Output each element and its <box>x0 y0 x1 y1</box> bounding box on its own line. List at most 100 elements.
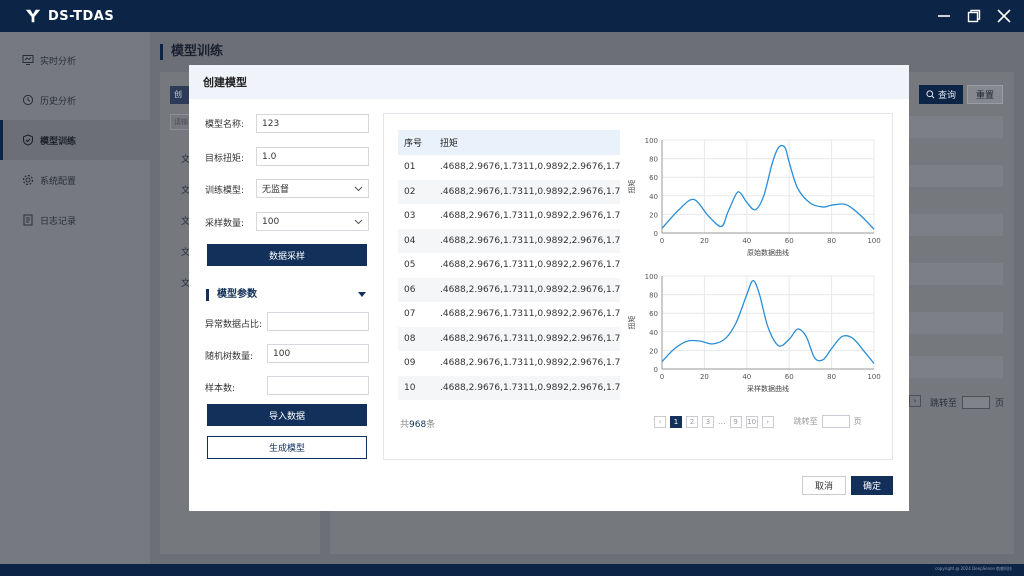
sample-count-value: 100 <box>262 216 280 227</box>
page-unit-label: 页 <box>853 417 862 426</box>
table-row: 08.4688,2.9676,1.7311,0.9892,2.9676,1.73… <box>398 326 620 351</box>
y-tick-label: 100 <box>645 273 658 281</box>
chevron-down-icon <box>354 219 363 224</box>
train-model-select[interactable]: 无监督 <box>256 179 369 198</box>
sidebar-item-logs[interactable]: 日志记录 <box>0 200 150 240</box>
row-index: 09 <box>404 358 416 369</box>
row-index: 01 <box>404 162 416 173</box>
chevron-down-icon <box>354 186 363 191</box>
target-torque-input[interactable]: 1.0 <box>256 147 369 166</box>
anomaly-ratio-label: 异常数据占比: <box>205 320 263 330</box>
random-trees-row: 随机树数量: <box>205 349 253 362</box>
row-index: 05 <box>404 260 416 271</box>
page-jump-input[interactable] <box>962 396 991 409</box>
data-preview-panel: 序号 扭矩 01.4688,2.9676,1.7311,0.9892,2.967… <box>383 113 893 460</box>
page-button-10[interactable]: 10 <box>745 415 758 428</box>
row-torque-values: .4688,2.9676,1.7311,0.9892,2.9676,1.7311… <box>440 309 620 320</box>
next-page-icon[interactable]: › <box>909 395 921 407</box>
random-trees-label: 随机树数量: <box>205 352 254 362</box>
cancel-button[interactable]: 取消 <box>802 476 846 495</box>
sampled-data-chart: 0 20 40 60 80 100 0 20 40 60 80 100 采样数据曲线 扭矩 <box>627 273 881 393</box>
sidebar-item-label: 实时分析 <box>40 56 77 67</box>
app-logo-icon <box>25 9 41 23</box>
page-button-2[interactable]: 2 <box>686 415 698 428</box>
random-trees-input[interactable]: 100 <box>267 344 369 363</box>
y-tick-label: 40 <box>649 193 658 201</box>
x-tick-label: 60 <box>785 237 794 245</box>
anomaly-ratio-input[interactable] <box>267 312 369 331</box>
table-row: 05 .4688,2.9676,1.7311,0.9892,2.9676,1.73… <box>398 253 620 278</box>
close-icon[interactable] <box>996 6 1012 26</box>
y-axis-label: 扭矩 <box>627 180 636 194</box>
page-ellipsis: ... <box>718 417 726 426</box>
pagination: ‹ 1 2 3 ... 9 10 › 跳转至 页 <box>654 415 862 428</box>
sample-count-select[interactable]: 100 <box>256 212 369 231</box>
gear-icon <box>22 174 34 186</box>
column-header-torque: 扭矩 <box>438 130 620 155</box>
copyright-text: copyright @ 2024 DeepSense 航睿科技 <box>935 566 1012 571</box>
y-tick-label: 60 <box>649 174 658 182</box>
y-tick-label: 80 <box>649 156 658 164</box>
model-name-input[interactable]: 123 <box>256 114 369 133</box>
x-tick-label: 40 <box>742 373 751 381</box>
y-tick-label: 20 <box>649 347 658 355</box>
generate-model-button[interactable]: 生成模型 <box>207 436 367 459</box>
x-tick-label: 100 <box>867 373 880 381</box>
import-data-button[interactable]: 导入数据 <box>207 404 367 426</box>
row-index: 04 <box>398 228 438 253</box>
restore-icon[interactable] <box>966 6 982 26</box>
row-torque-values: .4688,2.9676,1.7311,0.9892,2.9676,1.7311… <box>438 179 620 204</box>
reset-button[interactable]: 重置 <box>967 85 1003 104</box>
y-tick-label: 40 <box>649 329 658 337</box>
row-torque-values: .4688,2.9676,1.7311,0.9892,2.9676,1.7311… <box>440 260 620 271</box>
query-button[interactable]: 查询 <box>919 85 963 104</box>
y-axis-label: 扭矩 <box>627 316 636 330</box>
sample-num-input[interactable] <box>267 376 369 395</box>
row-torque-values: .4688,2.9676,1.7311,0.9892,2.9676,1.7311… <box>440 211 620 222</box>
target-torque-label: 目标扭矩: <box>205 154 245 164</box>
confirm-button[interactable]: 确定 <box>851 476 893 495</box>
y-tick-label: 100 <box>645 137 658 145</box>
sidebar-item-realtime-analysis[interactable]: 实时分析 <box>0 40 150 80</box>
x-tick-label: 80 <box>827 373 836 381</box>
row-index: 06 <box>398 277 438 302</box>
sidebar-item-system-config[interactable]: 系统配置 <box>0 160 150 200</box>
page-title: 模型训练 <box>160 44 223 60</box>
row-index: 10 <box>398 375 438 400</box>
table-row: 01 .4688,2.9676,1.7311,0.9892,2.9676,1.73… <box>398 155 620 180</box>
create-model-dialog: 创建模型 模型名称: 123 目标扭矩: 1.0 训练模型: 无监督 采样数量:… <box>189 65 909 511</box>
minimize-icon[interactable] <box>936 6 952 26</box>
x-tick-label: 20 <box>700 373 709 381</box>
table-row: 10.4688,2.9676,1.7311,0.9892,2.9676,1.73… <box>398 375 620 400</box>
prev-page-icon[interactable]: ‹ <box>654 415 666 428</box>
page-button-3[interactable]: 3 <box>702 415 714 428</box>
sidebar-item-history-analysis[interactable]: 历史分析 <box>0 80 150 120</box>
series-line <box>661 279 875 364</box>
x-tick-label: 0 <box>660 373 664 381</box>
sidebar-item-label: 日志记录 <box>40 216 77 227</box>
data-sample-button[interactable]: 数据采样 <box>207 244 367 266</box>
page-button-1[interactable]: 1 <box>670 415 682 428</box>
jump-label: 跳转至 <box>930 399 958 409</box>
row-torque-values: .4688,2.9676,1.7311,0.9892,2.9676,1.7311… <box>438 277 620 302</box>
y-tick-label: 60 <box>649 310 658 318</box>
table-row <box>909 263 1003 285</box>
y-tick-label: 20 <box>649 211 658 219</box>
sidebar-item-model-training[interactable]: 模型训练 <box>0 120 150 160</box>
table-header <box>909 116 1003 138</box>
page-button-9[interactable]: 9 <box>729 415 742 428</box>
table-row <box>909 165 1003 187</box>
series-line <box>661 144 875 230</box>
background-page-jump: 跳转至 页 <box>930 396 1004 409</box>
search-icon <box>926 90 935 99</box>
page-jump-input[interactable] <box>821 415 850 428</box>
row-torque-values: .4688,2.9676,1.7311,0.9892,2.9676,1.7311… <box>440 358 620 369</box>
page-jump: 跳转至 页 <box>794 415 862 428</box>
collapse-triangle-icon[interactable] <box>358 292 366 297</box>
next-page-icon[interactable]: › <box>761 415 774 428</box>
anomaly-ratio-row: 异常数据占比: <box>205 317 262 330</box>
sidebar: 实时分析 历史分析 模型训练 系统配置 日志记录 <box>0 32 150 564</box>
model-params-section[interactable]: 模型参数 <box>206 289 366 301</box>
shield-check-icon <box>23 134 33 146</box>
sample-count-label: 采样数量: <box>205 219 245 229</box>
